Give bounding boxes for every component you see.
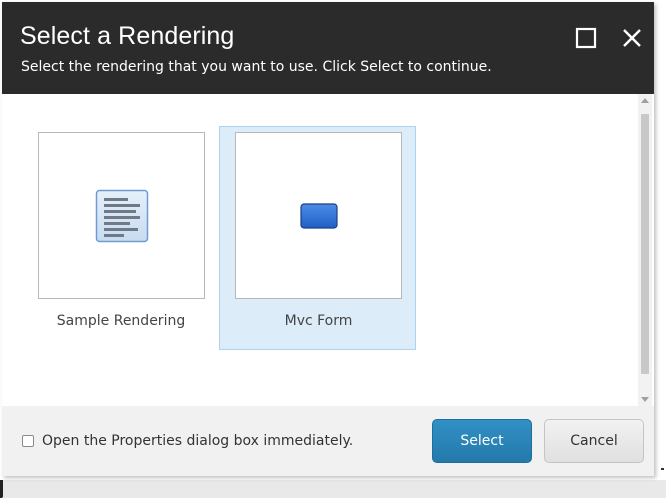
- cancel-button[interactable]: Cancel: [544, 419, 644, 463]
- rendering-tile-sample-rendering[interactable]: Sample Rendering: [28, 126, 225, 350]
- maximize-button[interactable]: [572, 24, 600, 52]
- form-rectangle-icon: [299, 202, 338, 229]
- close-button[interactable]: [618, 24, 646, 52]
- open-properties-checkbox-wrap[interactable]: Open the Properties dialog box immediate…: [22, 433, 353, 449]
- rendering-tile-label: Sample Rendering: [56, 313, 186, 329]
- close-icon: [623, 29, 641, 47]
- vertical-scrollbar[interactable]: [638, 94, 652, 406]
- background-strip: [0, 480, 666, 498]
- select-button[interactable]: Select: [432, 419, 532, 463]
- dialog-subtitle: Select the rendering that you want to us…: [21, 59, 492, 75]
- open-properties-checkbox[interactable]: [22, 435, 34, 447]
- scroll-up-arrow-icon[interactable]: [641, 98, 649, 103]
- dialog-titlebar: Select a Rendering Select the rendering …: [2, 2, 654, 94]
- rendering-thumbnail: [38, 132, 205, 299]
- maximize-icon: [575, 27, 597, 49]
- document-lines-icon: [95, 189, 148, 242]
- background-tick: [661, 468, 664, 470]
- scroll-thumb[interactable]: [641, 114, 649, 374]
- rendering-tile-label: Mvc Form: [284, 313, 353, 329]
- background-edge: [0, 480, 3, 498]
- rendering-tile-mvc-form[interactable]: Mvc Form: [219, 126, 416, 350]
- open-properties-label: Open the Properties dialog box immediate…: [42, 433, 354, 449]
- scroll-down-arrow-icon[interactable]: [641, 397, 649, 402]
- dialog-footer: Open the Properties dialog box immediate…: [2, 406, 654, 476]
- rendering-thumbnail: [235, 132, 402, 299]
- dialog-title: Select a Rendering: [20, 22, 235, 50]
